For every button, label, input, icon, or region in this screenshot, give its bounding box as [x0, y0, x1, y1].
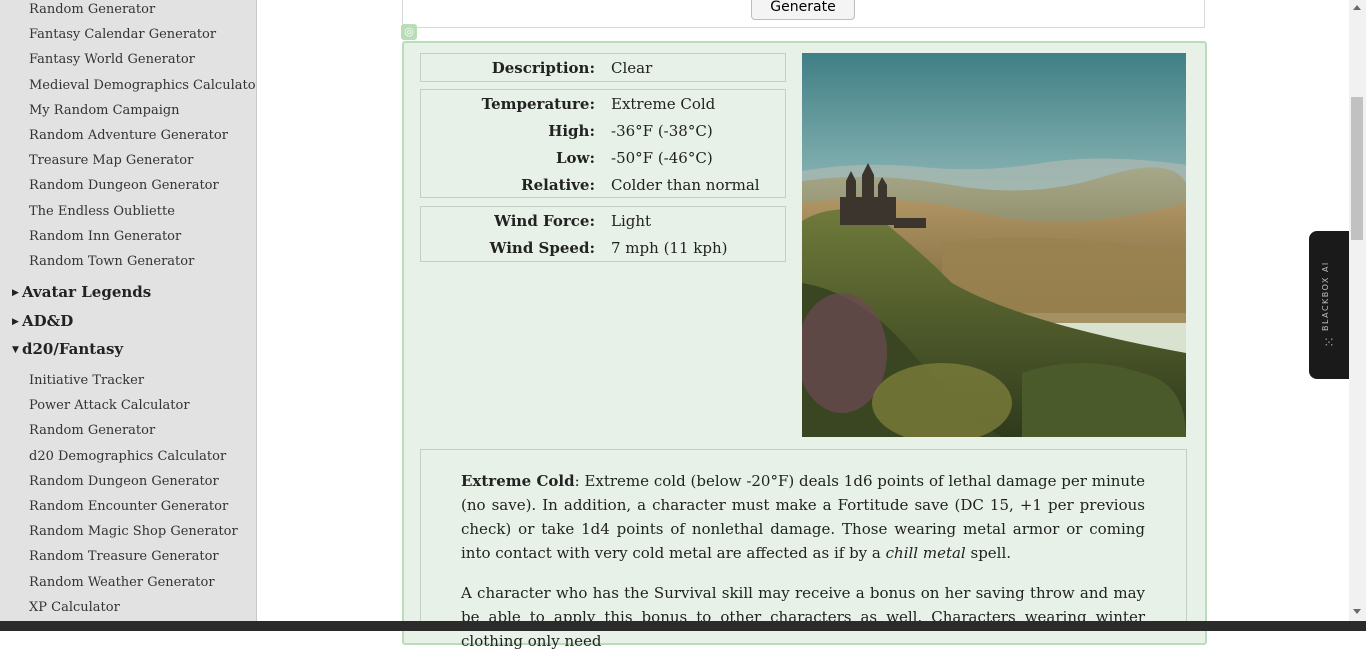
- weather-illustration: [802, 53, 1186, 437]
- wind-box: Wind Force: Light Wind Speed: 7 mph (11 …: [420, 206, 786, 262]
- sidebar-d20-link-1[interactable]: Power Attack Calculator: [29, 398, 190, 413]
- high-value: -36°F (-38°C): [611, 122, 713, 140]
- sidebar-link-8[interactable]: The Endless Oubliette: [29, 204, 175, 219]
- wind-force-row: Wind Force: Light: [421, 212, 785, 239]
- sidebar-group-add[interactable]: ▶ AD&D: [12, 312, 73, 330]
- wind-force-value: Light: [611, 212, 652, 230]
- sidebar-d20-link-5[interactable]: Random Encounter Generator: [29, 499, 228, 514]
- relative-label: Relative:: [521, 176, 595, 194]
- generate-button[interactable]: Generate: [751, 0, 855, 20]
- description-label: Description:: [491, 59, 595, 77]
- high-row: High: -36°F (-38°C): [421, 122, 785, 149]
- sidebar-link-4[interactable]: My Random Campaign: [29, 103, 180, 118]
- sidebar-d20-link-8[interactable]: Random Weather Generator: [29, 575, 215, 590]
- sidebar-link-0[interactable]: Random Generator: [29, 2, 155, 17]
- sidebar-group-avatar-legends[interactable]: ▶ Avatar Legends: [12, 283, 151, 301]
- sidebar-d20-link-3[interactable]: d20 Demographics Calculator: [29, 449, 226, 464]
- sidebar-d20-link-0[interactable]: Initiative Tracker: [29, 373, 144, 388]
- sidebar-link-10[interactable]: Random Town Generator: [29, 254, 194, 269]
- sidebar-link-6[interactable]: Treasure Map Generator: [29, 153, 193, 168]
- expand-triangle-icon: ▶: [12, 317, 19, 327]
- sidebar-d20-link-9[interactable]: XP Calculator: [29, 600, 120, 615]
- temperature-row: Temperature: Extreme Cold: [421, 95, 785, 122]
- scroll-down-arrow-icon[interactable]: [1353, 609, 1361, 614]
- os-taskbar: [0, 621, 1366, 631]
- description-row: Description: Clear: [421, 59, 785, 86]
- chill-metal-spell: chill metal: [885, 544, 966, 562]
- scroll-up-arrow-icon[interactable]: [1353, 5, 1361, 10]
- wind-force-label: Wind Force:: [494, 212, 595, 230]
- expand-triangle-icon: ▶: [12, 288, 19, 298]
- sidebar-link-2[interactable]: Fantasy World Generator: [29, 52, 195, 67]
- relative-value: Colder than normal: [611, 176, 760, 194]
- sidebar-link-3[interactable]: Medieval Demographics Calculator: [29, 78, 256, 93]
- extreme-cold-paragraph: Extreme Cold: Extreme cold (below -20°F)…: [461, 472, 1145, 562]
- extreme-cold-term: Extreme Cold: [461, 472, 575, 490]
- sidebar-d20-link-4[interactable]: Random Dungeon Generator: [29, 474, 219, 489]
- blackbox-ai-label: BLACKBOX AI: [1321, 261, 1330, 331]
- sidebar-link-7[interactable]: Random Dungeon Generator: [29, 178, 219, 193]
- effects-description-box: Extreme Cold: Extreme cold (below -20°F)…: [420, 449, 1187, 650]
- sidebar-link-9[interactable]: Random Inn Generator: [29, 229, 181, 244]
- sidebar-d20-link-2[interactable]: Random Generator: [29, 423, 155, 438]
- scrollbar-thumb[interactable]: [1351, 97, 1363, 240]
- panel-settings-icon[interactable]: ◎: [401, 24, 417, 40]
- temperature-value: Extreme Cold: [611, 95, 716, 113]
- sidebar-group-d20-fantasy[interactable]: ▼ d20/Fantasy: [12, 340, 123, 358]
- temperature-label: Temperature:: [481, 95, 595, 113]
- description-value: Clear: [611, 59, 653, 77]
- landscape-image: [802, 53, 1186, 437]
- collapse-triangle-icon: ▼: [12, 345, 19, 355]
- blackbox-logo-icon: ⁙: [1323, 335, 1335, 351]
- sidebar-link-1[interactable]: Fantasy Calendar Generator: [29, 27, 216, 42]
- description-box: Description: Clear: [420, 53, 786, 82]
- low-row: Low: -50°F (-46°C): [421, 149, 785, 176]
- survival-paragraph: A character who has the Survival skill m…: [461, 584, 1145, 650]
- blackbox-ai-widget[interactable]: BLACKBOX AI ⁙: [1309, 231, 1349, 379]
- page-scrollbar[interactable]: [1349, 0, 1366, 621]
- sidebar-d20-link-7[interactable]: Random Treasure Generator: [29, 549, 219, 564]
- temperature-box: Temperature: Extreme Cold High: -36°F (-…: [420, 89, 786, 198]
- sidebar-d20-link-6[interactable]: Random Magic Shop Generator: [29, 524, 238, 539]
- sidebar-link-5[interactable]: Random Adventure Generator: [29, 128, 228, 143]
- sidebar-nav: Random Generator Fantasy Calendar Generat…: [0, 0, 257, 621]
- low-value: -50°F (-46°C): [611, 149, 713, 167]
- high-label: High:: [548, 122, 595, 140]
- wind-speed-label: Wind Speed:: [489, 239, 595, 257]
- wind-speed-value: 7 mph (11 kph): [611, 239, 728, 257]
- wind-speed-row: Wind Speed: 7 mph (11 kph): [421, 239, 785, 266]
- relative-row: Relative: Colder than normal: [421, 176, 785, 203]
- low-label: Low:: [555, 149, 595, 167]
